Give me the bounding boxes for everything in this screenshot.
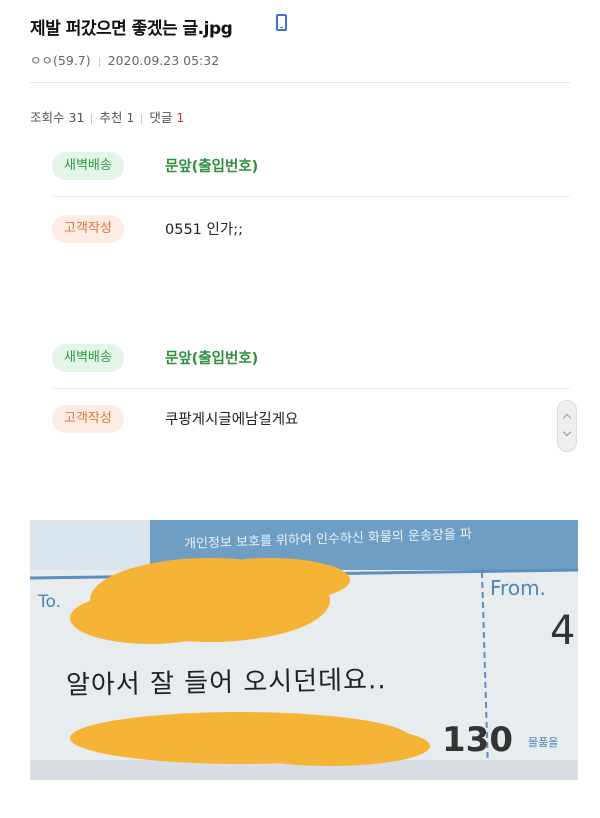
divider xyxy=(52,388,570,389)
views-count: 31 xyxy=(68,110,85,125)
message-text: 쿠팡게시글에남길게요 xyxy=(165,412,299,428)
label-number: 130 xyxy=(442,720,513,760)
comments-label[interactable]: 댓글 xyxy=(149,110,172,125)
views-label: 조회수 xyxy=(30,110,65,125)
divider xyxy=(30,82,570,83)
divider xyxy=(91,113,93,124)
divider xyxy=(52,196,570,197)
shipping-label-photo: 개인정보 보호를 위하여 인수하신 화물의 운송장을 파 To. From. 4… xyxy=(30,520,578,780)
post-meta: ㅇㅇ(59.7) 2020.09.23 05:32 xyxy=(30,50,219,69)
item-label: 물품을 xyxy=(528,736,559,749)
message-text: 문앞(출입번호) xyxy=(165,159,259,175)
message-row: 새벽배송 문앞(출입번호) xyxy=(52,337,570,377)
message-text: 0551 인가;; xyxy=(165,222,243,238)
scroll-handle[interactable] xyxy=(557,400,577,452)
mobile-icon xyxy=(276,14,287,31)
recommend-count: 1 xyxy=(126,110,135,125)
message-row: 고객작성 0551 인가;; xyxy=(52,208,570,248)
delivery-badge: 새벽배송 xyxy=(52,344,124,372)
delivery-badge: 새벽배송 xyxy=(52,152,124,180)
customer-badge: 고객작성 xyxy=(52,215,124,243)
divider xyxy=(141,113,143,124)
post-datetime: 2020.09.23 05:32 xyxy=(107,53,220,68)
message-row: 새벽배송 문앞(출입번호) xyxy=(52,145,570,185)
post-title: 제발 퍼갔으면 좋겠는 글.jpg xyxy=(30,19,233,39)
handwritten-caption: 알아서 잘 들어 오시던데요.. xyxy=(65,665,387,701)
partial-digit: 4 xyxy=(550,608,576,654)
from-label: From. xyxy=(490,576,546,600)
message-row: 고객작성 쿠팡게시글에남길게요 xyxy=(52,398,570,438)
to-label: To. xyxy=(38,592,62,612)
divider xyxy=(98,56,100,67)
author-name[interactable]: ㅇㅇ(59.7) xyxy=(30,53,91,68)
chevron-up-icon xyxy=(562,413,572,423)
recommend-label: 추천 xyxy=(99,110,123,125)
customer-badge: 고객작성 xyxy=(52,405,124,433)
post-stats: 조회수 31 추천 1 댓글 1 xyxy=(30,107,184,126)
chevron-down-icon xyxy=(562,427,572,437)
comments-count[interactable]: 1 xyxy=(176,110,184,125)
message-text: 문앞(출입번호) xyxy=(165,351,259,367)
